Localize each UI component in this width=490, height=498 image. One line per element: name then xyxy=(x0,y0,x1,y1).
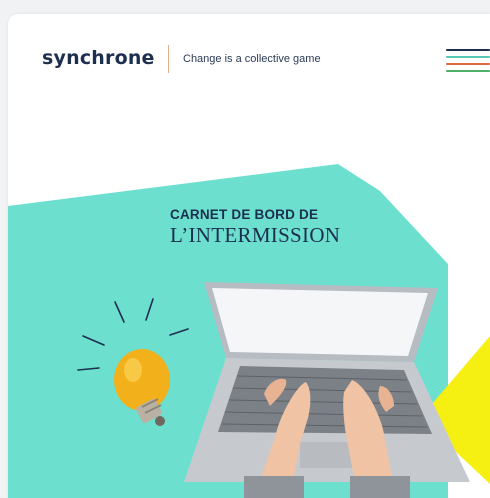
left-sleeve xyxy=(244,476,304,498)
hamburger-menu-icon[interactable] xyxy=(446,49,490,72)
tagline: Change is a collective game xyxy=(183,53,321,65)
laptop-screen xyxy=(212,288,428,356)
menu-line xyxy=(446,49,490,51)
header: synchrone Change is a collective game xyxy=(8,14,490,104)
hero-title-line1: CARNET DE BORD DE xyxy=(170,207,319,222)
laptop-trackpad xyxy=(300,442,356,468)
page-card: synchrone Change is a collective game CA… xyxy=(8,14,490,498)
hero-title-line2: L’INTERMISSION xyxy=(170,223,341,247)
synchrone-logo[interactable]: synchrone xyxy=(42,47,155,69)
menu-line xyxy=(446,70,490,72)
header-divider xyxy=(168,45,169,73)
menu-line xyxy=(446,63,490,65)
right-sleeve xyxy=(350,476,410,498)
menu-line xyxy=(446,56,490,58)
